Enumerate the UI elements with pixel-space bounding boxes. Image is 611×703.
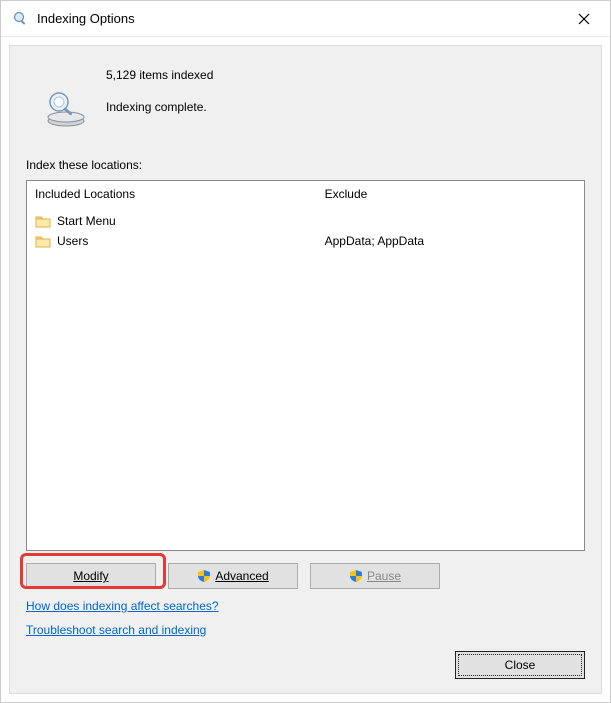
titlebar: Indexing Options (1, 1, 610, 37)
indexing-status: Indexing complete. (106, 100, 213, 114)
dialog-panel: 5,129 items indexed Indexing complete. I… (9, 45, 602, 694)
modify-button[interactable]: Modify (26, 563, 156, 589)
help-link-troubleshoot[interactable]: Troubleshoot search and indexing (26, 623, 206, 637)
advanced-button[interactable]: Advanced (168, 563, 298, 589)
exclude-cell (325, 211, 576, 231)
indexing-options-window: Indexing Options (0, 0, 611, 703)
locations-list[interactable]: Included Locations Start Menu Users (26, 180, 585, 551)
pause-button: Pause (310, 563, 440, 589)
help-link-how[interactable]: How does indexing affect searches? (26, 599, 219, 613)
list-item[interactable]: Start Menu (35, 211, 309, 231)
column-header-included: Included Locations (35, 187, 309, 201)
list-item[interactable]: Users (35, 231, 309, 251)
exclude-cell: AppData; AppData (325, 231, 576, 251)
close-button[interactable]: Close (455, 651, 585, 679)
list-item-label: Users (57, 234, 88, 248)
column-header-exclude: Exclude (325, 187, 576, 201)
locations-label: Index these locations: (26, 158, 585, 172)
folder-icon (35, 214, 51, 228)
close-icon[interactable] (564, 1, 604, 37)
status-area: 5,129 items indexed Indexing complete. (26, 64, 585, 128)
indexing-icon (11, 10, 29, 28)
drive-search-icon (26, 64, 106, 128)
folder-icon (35, 234, 51, 248)
shield-icon (349, 569, 363, 583)
list-item-label: Start Menu (57, 214, 116, 228)
items-indexed-count: 5,129 items indexed (106, 68, 213, 82)
shield-icon (197, 569, 211, 583)
window-title: Indexing Options (37, 11, 135, 26)
